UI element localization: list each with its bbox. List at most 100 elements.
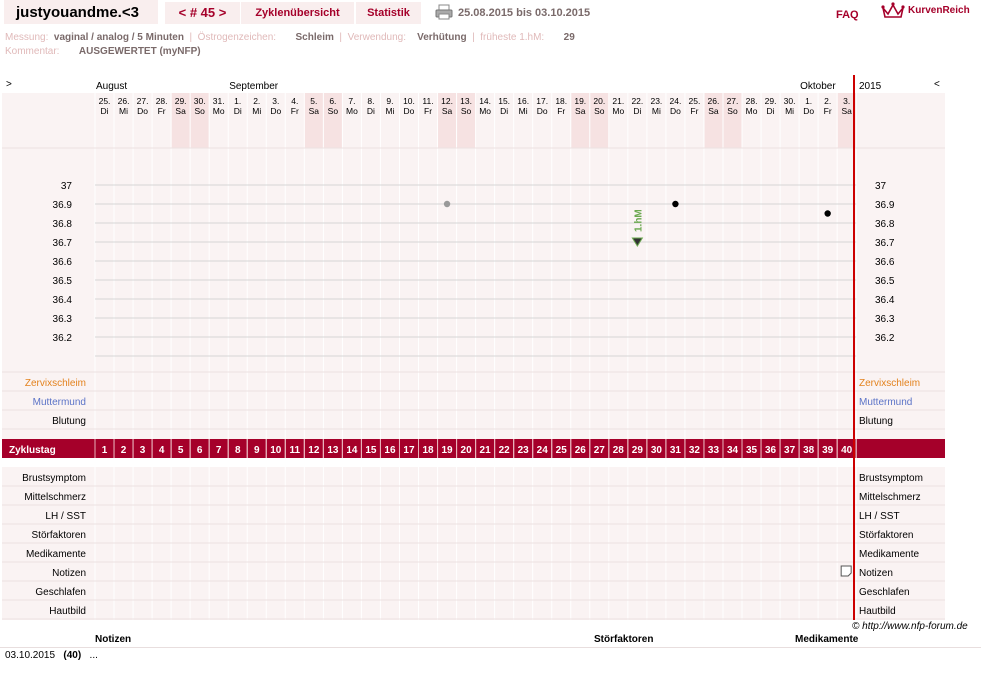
day-weekday-label: Sa (841, 106, 852, 116)
temp-tick-right: 36.5 (875, 276, 895, 287)
temp-tick-right: 36.3 (875, 314, 895, 325)
day-weekday-label: Mi (785, 106, 794, 116)
extra-row-label-right: Medikamente (859, 549, 919, 560)
collapse-left-button[interactable]: > (6, 79, 12, 90)
cycle-day-number: 18 (422, 445, 434, 456)
extra-row-label-right: LH / SST (859, 511, 900, 522)
day-date-label: 28. (746, 96, 758, 106)
day-weekday-label: Fr (291, 106, 299, 116)
band-gap (2, 458, 945, 467)
cycle-day-number: 4 (159, 445, 165, 456)
cycle-day-number: 12 (308, 445, 320, 456)
day-weekday-label: Do (537, 106, 548, 116)
month-label: August (96, 81, 127, 92)
cycle-day-number: 27 (594, 445, 606, 456)
cycle-day-number: 36 (765, 445, 777, 456)
day-date-label: 8. (367, 96, 374, 106)
day-date-label: 27. (137, 96, 149, 106)
day-weekday-label: Do (404, 106, 415, 116)
day-date-label: 12. (441, 96, 453, 106)
temp-tick-left: 36.4 (53, 295, 73, 306)
extra-row-label-left: Geschlafen (35, 587, 86, 598)
cycle-day-number: 22 (499, 445, 511, 456)
day-date-label: 21. (612, 96, 624, 106)
note-icon[interactable] (840, 565, 852, 577)
temp-tick-right: 36.7 (875, 238, 895, 249)
temp-tick-left: 36.8 (53, 219, 73, 230)
day-date-label: 25. (99, 96, 111, 106)
day-date-label: 22. (631, 96, 643, 106)
entry-date: 03.10.2015 (5, 650, 56, 661)
day-date-label: 15. (498, 96, 510, 106)
day-date-label: 6. (329, 96, 336, 106)
temp-tick-right: 36.4 (875, 295, 895, 306)
day-date-label: 9. (386, 96, 393, 106)
entry-cycle-day: (40) (63, 650, 82, 661)
extra-row-label-left: Mittelschmerz (24, 492, 86, 503)
temp-tick-left: 36.9 (53, 200, 73, 211)
extra-row-label-right: Hautbild (859, 606, 896, 617)
day-weekday-label: Mi (252, 106, 261, 116)
day-weekday-label: Mi (385, 106, 394, 116)
cycle-day-number: 5 (178, 445, 184, 456)
day-date-label: 1. (805, 96, 812, 106)
temperature-point[interactable] (672, 200, 679, 208)
cycle-day-number: 14 (346, 445, 358, 456)
day-weekday-label: So (594, 106, 605, 116)
temperature-point[interactable] (824, 210, 831, 217)
cycle-day-number: 13 (327, 445, 339, 456)
footer-notes-header: Notizen (95, 634, 132, 645)
extra-row-label-right: Störfaktoren (859, 530, 913, 541)
sign-row-label-right: Blutung (859, 416, 893, 427)
day-date-label: 3. (272, 96, 279, 106)
cycle-day-number: 38 (803, 445, 815, 456)
day-weekday-label: Sa (575, 106, 586, 116)
day-date-label: 25. (689, 96, 701, 106)
day-weekday-label: Fr (424, 106, 432, 116)
day-weekday-label: So (727, 106, 738, 116)
cycle-day-number: 28 (613, 445, 625, 456)
cycle-day-number: 40 (841, 445, 853, 456)
footer-stoer-header: Störfaktoren (594, 634, 654, 645)
day-weekday-label: Mo (479, 106, 491, 116)
year-label: 2015 (859, 81, 882, 92)
extra-row-label-left: Hautbild (49, 606, 86, 617)
month-label: September (229, 81, 279, 92)
extra-row-label-left: LH / SST (45, 511, 86, 522)
temp-tick-right: 36.2 (875, 333, 895, 344)
cycle-day-number: 16 (384, 445, 396, 456)
day-date-label: 30. (194, 96, 206, 106)
day-weekday-label: Fr (824, 106, 832, 116)
day-weekday-label: Do (270, 106, 281, 116)
day-weekday-label: Sa (309, 106, 320, 116)
entry-note[interactable]: ... (90, 650, 98, 661)
temp-tick-left: 36.5 (53, 276, 73, 287)
day-weekday-label: Mi (652, 106, 661, 116)
collapse-right-button[interactable]: < (934, 79, 940, 90)
day-date-label: 23. (650, 96, 662, 106)
cycle-day-number: 26 (575, 445, 587, 456)
temperature-point[interactable] (443, 200, 451, 208)
day-weekday-label: Mo (612, 106, 624, 116)
day-date-label: 2. (824, 96, 831, 106)
cycle-day-number: 23 (518, 445, 530, 456)
cycle-day-number: 31 (670, 445, 682, 456)
cycle-chart: 37 3736.9 36.936.8 36.836.7 36.736.6 36.636.5… (2, 75, 945, 620)
day-date-label: 7. (348, 96, 355, 106)
day-date-label: 13. (460, 96, 472, 106)
cycle-day-number: 25 (556, 445, 568, 456)
day-date-label: 31. (213, 96, 225, 106)
temp-tick-left: 36.2 (53, 333, 73, 344)
day-date-label: 5. (310, 96, 317, 106)
cycle-day-number: 6 (197, 445, 203, 456)
day-date-label: 18. (555, 96, 567, 106)
cycle-day-number: 8 (235, 445, 241, 456)
day-weekday-label: Mo (746, 106, 758, 116)
cycle-day-number: 17 (403, 445, 415, 456)
day-weekday-label: Di (633, 106, 641, 116)
extra-row-label-right: Geschlafen (859, 587, 910, 598)
extra-row-label-right: Mittelschmerz (859, 492, 921, 503)
extra-row-label-left: Notizen (52, 568, 86, 579)
day-weekday-label: Mo (213, 106, 225, 116)
sign-row-label-left: Muttermund (33, 397, 86, 408)
